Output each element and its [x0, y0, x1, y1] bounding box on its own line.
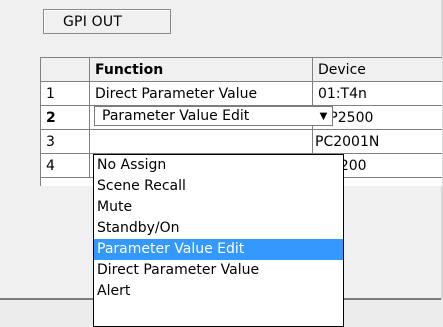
- chevron-down-icon[interactable]: ▼: [315, 107, 332, 125]
- function-combobox[interactable]: Parameter Value Edit ▼: [94, 106, 333, 126]
- function-dropdown-list[interactable]: No Assign Scene Recall Mute Standby/On P…: [93, 154, 344, 327]
- option-alert[interactable]: Alert: [94, 281, 343, 302]
- table-row[interactable]: 1 Direct Parameter Value 01:T4n: [41, 82, 442, 106]
- device-cell[interactable]: 01:T4n: [313, 82, 442, 106]
- row-number: 1: [41, 82, 90, 106]
- function-cell[interactable]: Direct Parameter Value: [90, 82, 313, 106]
- row-number: 4: [41, 154, 90, 178]
- table-row[interactable]: 3 PC2001N: [41, 130, 442, 154]
- option-mute[interactable]: Mute: [94, 197, 343, 218]
- header-function: Function: [90, 58, 313, 82]
- gpi-out-tab[interactable]: GPI OUT: [43, 9, 171, 34]
- function-cell[interactable]: [90, 130, 313, 154]
- option-no-assign[interactable]: No Assign: [94, 155, 343, 176]
- option-parameter-value-edit[interactable]: Parameter Value Edit: [94, 239, 343, 260]
- option-direct-parameter-value[interactable]: Direct Parameter Value: [94, 260, 343, 281]
- header-device: Device: [313, 58, 442, 82]
- header-number: [41, 58, 90, 82]
- table-header-row: Function Device: [41, 58, 442, 82]
- gpi-out-tab-label: GPI OUT: [63, 13, 123, 30]
- row-number: 2: [41, 106, 90, 130]
- option-standby-on[interactable]: Standby/On: [94, 218, 343, 239]
- option-scene-recall[interactable]: Scene Recall: [94, 176, 343, 197]
- combobox-value: Parameter Value Edit: [102, 108, 250, 124]
- row-number: 3: [41, 130, 90, 154]
- device-cell[interactable]: PC2001N: [313, 130, 442, 154]
